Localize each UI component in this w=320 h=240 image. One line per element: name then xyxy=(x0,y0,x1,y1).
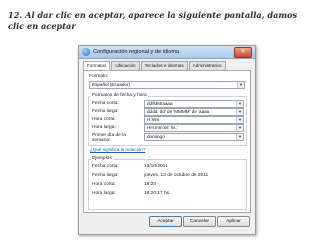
tab-teclados[interactable]: Teclados e idiomas xyxy=(140,61,188,70)
examples-section-title: Ejemplos xyxy=(91,156,113,162)
format-select[interactable]: Español (Ecuador) ▼ xyxy=(89,81,245,89)
long-time-select[interactable]: HH:mm:ss' hs.' ▼ xyxy=(144,124,244,132)
example-long-date-label: Fecha larga: xyxy=(92,173,119,178)
title-bar[interactable]: Configuración regional y de idioma ✕ xyxy=(79,46,255,59)
long-time-value: HH:mm:ss' hs.' xyxy=(147,125,178,130)
dialog-title: Configuración regional y de idioma xyxy=(93,49,180,55)
short-date-select[interactable]: dd/MM/aaaa ▼ xyxy=(144,100,244,108)
tab-ubicacion[interactable]: Ubicación xyxy=(111,61,140,70)
format-value: Español (Ecuador) xyxy=(92,82,131,87)
apply-button[interactable]: Aplicar xyxy=(217,216,250,227)
globe-icon xyxy=(82,48,90,56)
tab-administrativo[interactable]: Administrativo xyxy=(188,61,226,70)
example-long-time-value: 18:20:17 hs. xyxy=(144,191,171,196)
chevron-down-icon: ▼ xyxy=(236,109,243,115)
example-short-time-label: Hora corta: xyxy=(92,182,116,187)
example-long-date-value: jueves, 13 de octubre de 2011 xyxy=(144,173,209,178)
example-short-time-value: 18:20 xyxy=(144,182,157,187)
short-time-value: H:mm xyxy=(147,117,160,122)
long-time-label: Hora larga: xyxy=(92,125,116,130)
first-day-select[interactable]: domingo ▼ xyxy=(144,133,244,141)
short-time-select[interactable]: H:mm ▼ xyxy=(144,116,244,124)
close-button[interactable]: ✕ xyxy=(234,47,252,58)
example-short-date-value: 13/10/2011 xyxy=(144,164,168,169)
example-long-time-label: Hora larga: xyxy=(92,191,116,196)
tab-strip: Formatos Ubicación Teclados e idiomas Ad… xyxy=(83,61,226,71)
chevron-down-icon: ▼ xyxy=(236,117,243,123)
long-date-select[interactable]: dddd, dd' de 'MMMM' de 'aaaa ▼ xyxy=(144,108,244,116)
short-time-label: Hora corta: xyxy=(92,117,116,122)
cancel-button[interactable]: Cancelar xyxy=(183,216,216,227)
chevron-down-icon: ▼ xyxy=(236,101,243,107)
formats-panel: Formato: Español (Ecuador) ▼ Formatos de… xyxy=(83,70,251,213)
short-date-label: Fecha corta: xyxy=(92,101,119,106)
ok-button[interactable]: Aceptar xyxy=(149,216,182,227)
notation-help-link[interactable]: ¿Qué significa la notación? xyxy=(90,147,145,153)
datetime-section-title: Formatos de fecha y hora xyxy=(91,93,148,99)
instruction-heading: 12. Al dar clic en aceptar, aparece la s… xyxy=(8,10,298,31)
regional-settings-dialog: Configuración regional y de idioma ✕ For… xyxy=(78,45,256,235)
long-date-value: dddd, dd' de 'MMMM' de 'aaaa xyxy=(147,109,210,114)
short-date-value: dd/MM/aaaa xyxy=(147,101,173,106)
format-label: Formato: xyxy=(89,74,109,79)
long-date-label: Fecha larga: xyxy=(92,109,119,114)
chevron-down-icon: ▼ xyxy=(236,134,243,140)
example-short-date-label: Fecha corta: xyxy=(92,164,119,169)
chevron-down-icon: ▼ xyxy=(236,125,243,131)
first-day-value: domingo xyxy=(147,134,165,139)
first-day-label: Primer día de la semana: xyxy=(92,133,126,143)
chevron-down-icon: ▼ xyxy=(237,82,244,88)
